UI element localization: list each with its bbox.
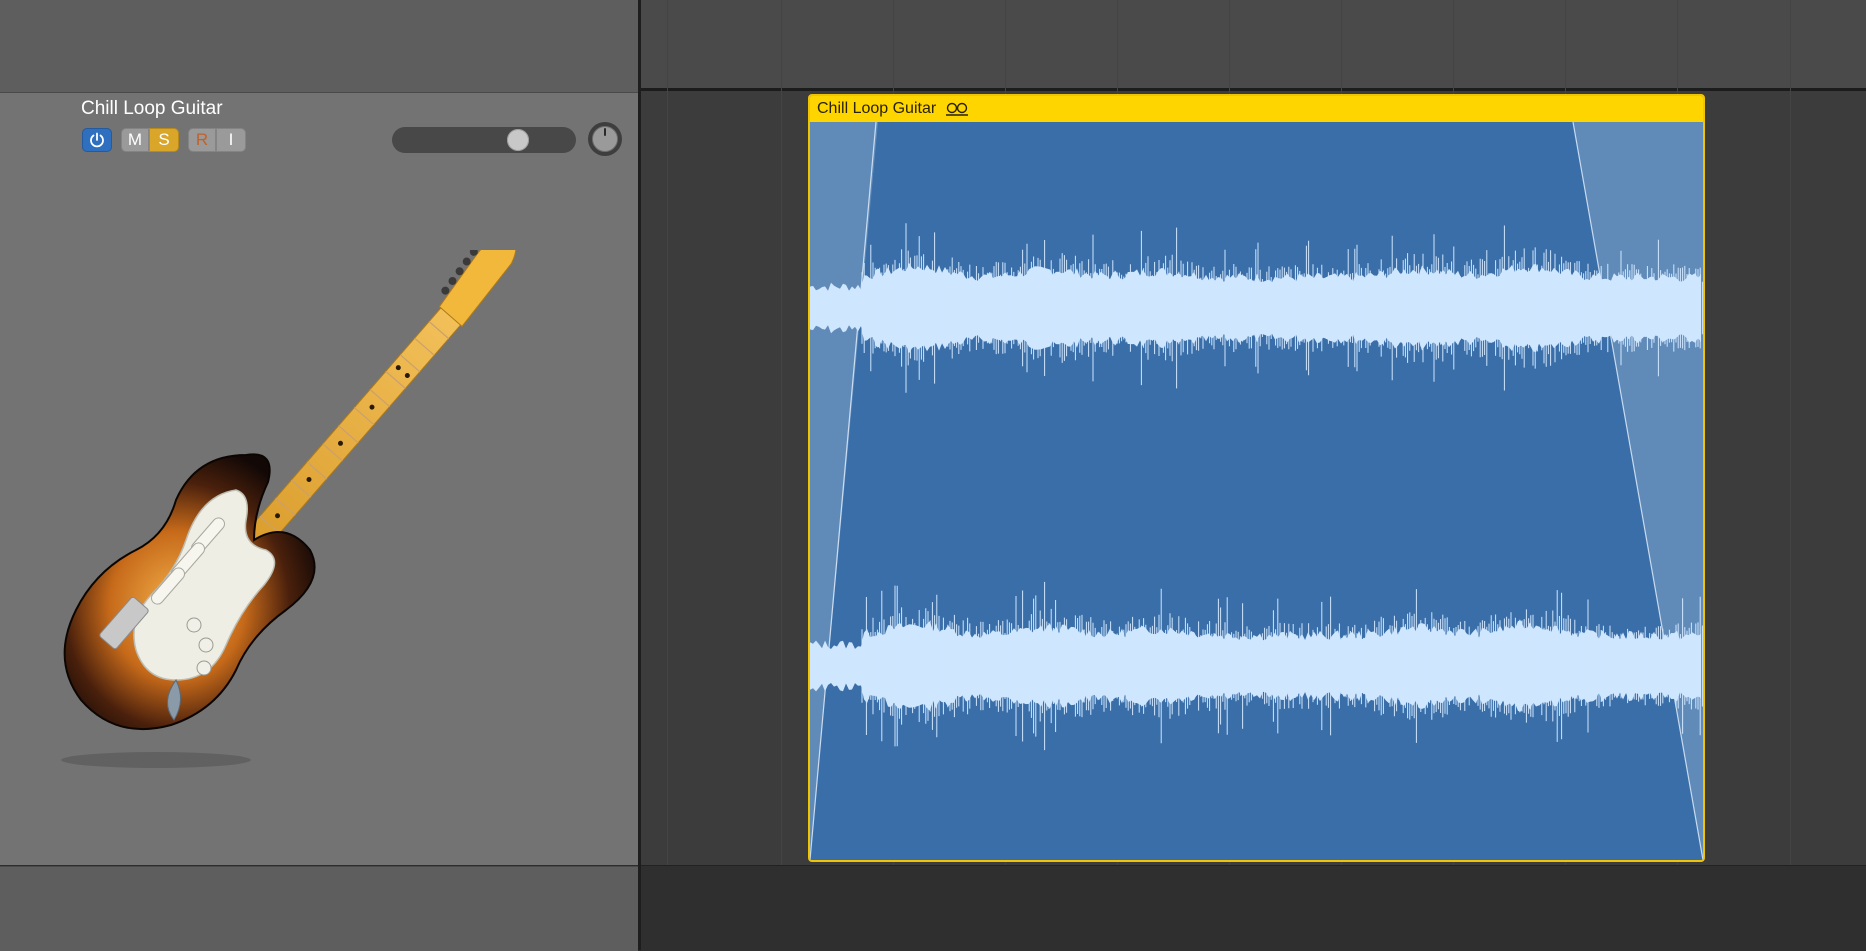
audio-region[interactable]: Chill Loop Guitar xyxy=(808,94,1705,862)
power-icon xyxy=(90,132,104,148)
waveform-left-channel xyxy=(810,223,1703,393)
audio-waveform xyxy=(810,122,1703,860)
mute-button[interactable]: M xyxy=(121,128,149,152)
empty-track-area[interactable] xyxy=(641,865,1866,951)
track-on-off-button[interactable] xyxy=(82,128,112,152)
gridline xyxy=(667,0,668,865)
track-name[interactable]: Chill Loop Guitar xyxy=(81,98,223,120)
loop-icon[interactable] xyxy=(945,102,969,116)
electric-guitar-icon xyxy=(61,250,517,768)
volume-slider-thumb[interactable] xyxy=(507,129,529,151)
track-header-top-area xyxy=(0,0,638,93)
pan-knob[interactable] xyxy=(587,121,623,157)
region-title: Chill Loop Guitar xyxy=(817,100,937,117)
timeline-ruler[interactable] xyxy=(641,0,1866,91)
record-enable-button[interactable]: R xyxy=(188,128,216,152)
region-header[interactable]: Chill Loop Guitar xyxy=(810,96,1703,122)
input-monitoring-button[interactable]: I xyxy=(216,128,246,152)
waveform-right-channel xyxy=(810,581,1703,751)
gridline xyxy=(781,0,782,865)
gridline xyxy=(1790,0,1791,865)
volume-slider[interactable] xyxy=(392,127,576,153)
track-header-bottom-area xyxy=(0,866,638,951)
solo-button[interactable]: S xyxy=(149,128,179,152)
